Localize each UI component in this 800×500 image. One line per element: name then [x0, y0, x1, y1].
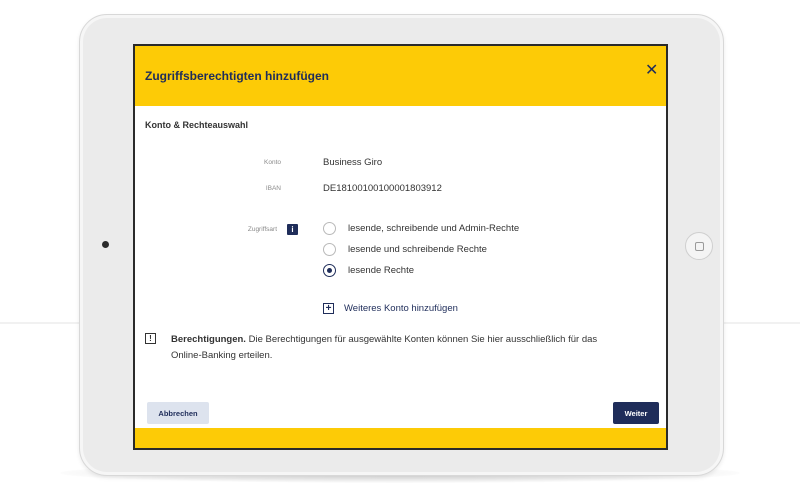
next-button[interactable]: Weiter — [613, 402, 659, 424]
plus-square-icon: + — [323, 303, 334, 314]
konto-value: Business Giro — [323, 157, 383, 168]
info-icon[interactable]: i — [287, 224, 298, 235]
tablet-screen: Zugriffsberechtigten hinzufügen ✕ Konto … — [133, 44, 668, 450]
dialog-title: Zugriffsberechtigten hinzufügen — [145, 69, 329, 83]
iban-label: IBAN — [265, 185, 281, 192]
close-icon[interactable]: ✕ — [645, 63, 661, 79]
access-type-label: Zugriffsart — [247, 226, 277, 233]
add-account-label: Weiteres Konto hinzufügen — [344, 303, 458, 314]
notice-icon: ! — [145, 333, 156, 344]
notice-bold: Berechtigungen. — [171, 334, 246, 345]
dialog-footer-bar — [135, 428, 666, 448]
dialog-header: Zugriffsberechtigten hinzufügen ✕ — [135, 46, 666, 106]
tablet-camera — [102, 241, 109, 248]
iban-value: DE18100100100001803912 — [323, 183, 442, 194]
radio-option-read[interactable]: lesende Rechte — [323, 263, 414, 277]
radio-button[interactable] — [323, 242, 336, 256]
add-account-link[interactable]: + Weiteres Konto hinzufügen — [323, 303, 458, 314]
radio-button-selected[interactable] — [323, 263, 336, 277]
radio-option-admin[interactable]: lesende, schreibende und Admin-Rechte — [323, 221, 519, 235]
radio-button[interactable] — [323, 221, 336, 235]
product-mockup: Zugriffsberechtigten hinzufügen ✕ Konto … — [0, 0, 800, 500]
radio-option-read-write[interactable]: lesende und schreibende Rechte — [323, 242, 487, 256]
section-title: Konto & Rechteauswahl — [145, 120, 249, 130]
radio-label: lesende, schreibende und Admin-Rechte — [348, 222, 520, 234]
konto-label: Konto — [264, 159, 281, 166]
tablet-home-button — [685, 232, 713, 260]
radio-label: lesende und schreibende Rechte — [348, 243, 487, 255]
radio-label: lesende Rechte — [348, 264, 415, 276]
cancel-button[interactable]: Abbrechen — [147, 402, 209, 424]
notice-text: Berechtigungen. Die Berechtigungen für a… — [171, 332, 621, 364]
